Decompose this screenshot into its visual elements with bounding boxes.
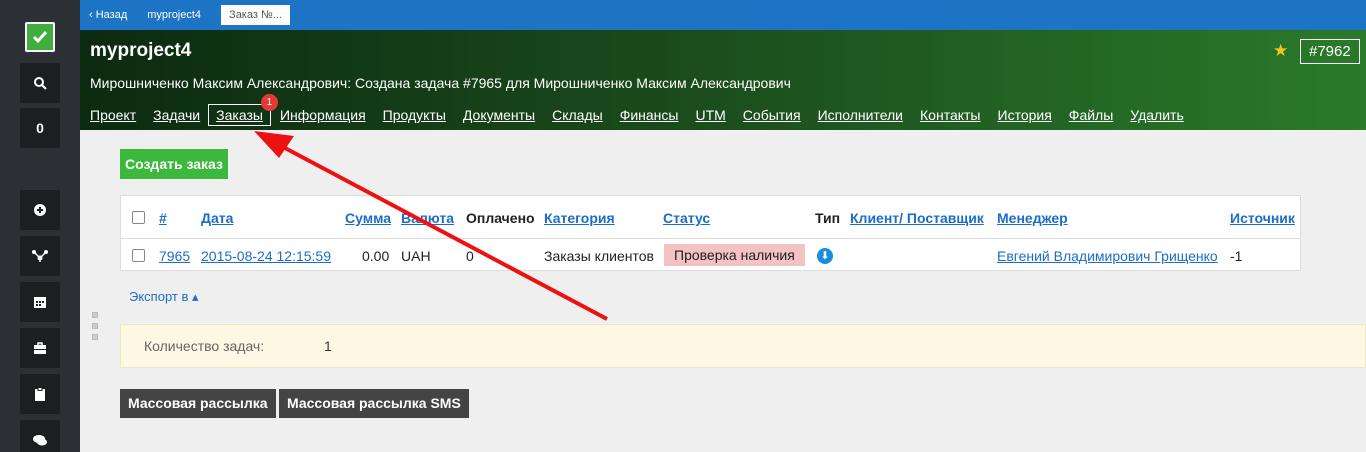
back-link[interactable]: ‹ Назад bbox=[89, 9, 127, 21]
row-currency: UAH bbox=[401, 248, 431, 264]
notification-counter[interactable]: 0 bbox=[20, 108, 60, 148]
tab-documents[interactable]: Документы bbox=[463, 105, 535, 125]
mass-sms-button[interactable]: Массовая рассылка SMS bbox=[279, 389, 469, 418]
calendar-icon[interactable] bbox=[20, 282, 60, 322]
col-client[interactable]: Клиент/ Поставщик bbox=[850, 210, 984, 226]
select-all-checkbox[interactable] bbox=[132, 211, 145, 224]
tab-orders[interactable]: Заказы 1 bbox=[208, 94, 278, 126]
task-count-box: Количество задач: 1 bbox=[120, 324, 1366, 368]
col-paid: Оплачено bbox=[466, 210, 535, 226]
create-order-button[interactable]: Создать заказ bbox=[120, 149, 228, 179]
arrow-down-circle-icon: ⬇ bbox=[817, 248, 833, 264]
tab-events[interactable]: События bbox=[743, 105, 801, 125]
tab-contacts[interactable]: Контакты bbox=[920, 105, 980, 125]
comments-icon[interactable] bbox=[20, 420, 60, 452]
row-source: -1 bbox=[1230, 248, 1243, 264]
breadcrumb-current: Заказ №... bbox=[221, 5, 290, 25]
task-id-badge: #7962 bbox=[1300, 39, 1360, 64]
col-date[interactable]: Дата bbox=[201, 210, 233, 226]
page-subtitle: Мирошниченко Максим Александрович: Созда… bbox=[90, 75, 791, 91]
col-sum[interactable]: Сумма bbox=[345, 210, 391, 226]
handle-dot bbox=[92, 334, 98, 340]
handle-dot bbox=[92, 323, 98, 329]
tab-utm[interactable]: UTM bbox=[695, 105, 725, 125]
export-dropdown[interactable]: Экспорт в ▴ bbox=[129, 289, 199, 305]
mass-mail-button[interactable]: Массовая рассылка bbox=[120, 389, 276, 418]
orders-table: # Дата Сумма Валюта Оплачено Категория С… bbox=[120, 195, 1301, 271]
tab-history[interactable]: История bbox=[998, 105, 1052, 125]
sidebar: 0 bbox=[0, 0, 80, 452]
tab-project[interactable]: Проект bbox=[90, 105, 136, 125]
row-category: Заказы клиентов bbox=[544, 248, 654, 264]
col-category[interactable]: Категория bbox=[544, 210, 615, 226]
col-type: Тип bbox=[815, 210, 841, 226]
plus-icon[interactable] bbox=[20, 190, 60, 230]
page-title: myproject4 bbox=[90, 40, 192, 61]
project-nav: Проект Задачи Заказы 1 Информация Продукт… bbox=[90, 94, 1201, 126]
handle-dot bbox=[92, 312, 98, 318]
row-paid: 0 bbox=[466, 248, 474, 264]
tab-finance[interactable]: Финансы bbox=[620, 105, 679, 125]
tab-warehouses[interactable]: Склады bbox=[552, 105, 603, 125]
row-id-link[interactable]: 7965 bbox=[159, 248, 190, 264]
row-sum: 0.00 bbox=[362, 248, 390, 264]
col-status[interactable]: Статус bbox=[663, 210, 710, 226]
breadcrumb: ‹ Назад myproject4 Заказ №... bbox=[80, 0, 1366, 30]
notification-badge: 1 bbox=[260, 94, 278, 111]
tab-executors[interactable]: Исполнители bbox=[818, 105, 903, 125]
col-manager[interactable]: Менеджер bbox=[997, 210, 1068, 226]
project-header: myproject4 Мирошниченко Максим Александр… bbox=[80, 30, 1366, 130]
tab-orders-label: Заказы bbox=[216, 107, 263, 123]
tab-info[interactable]: Информация bbox=[280, 105, 366, 125]
tab-tasks[interactable]: Задачи bbox=[153, 105, 200, 125]
col-currency[interactable]: Валюта bbox=[401, 210, 454, 226]
col-source[interactable]: Источник bbox=[1230, 210, 1295, 226]
sitemap-icon[interactable] bbox=[20, 236, 60, 276]
row-date-link[interactable]: 2015-08-24 12:15:59 bbox=[201, 248, 331, 264]
tab-files[interactable]: Файлы bbox=[1069, 105, 1113, 125]
task-count-value: 1 bbox=[324, 338, 332, 354]
logo-check-icon[interactable] bbox=[25, 22, 55, 52]
table-divider bbox=[121, 238, 1300, 239]
briefcase-icon[interactable] bbox=[20, 328, 60, 368]
clipboard-icon[interactable] bbox=[20, 374, 60, 414]
task-count-label: Количество задач: bbox=[144, 338, 265, 354]
row-checkbox[interactable] bbox=[132, 249, 145, 262]
tab-delete[interactable]: Удалить bbox=[1130, 105, 1183, 125]
col-id[interactable]: # bbox=[159, 210, 167, 226]
drag-handle[interactable] bbox=[92, 312, 98, 345]
search-icon[interactable] bbox=[20, 63, 60, 103]
breadcrumb-project[interactable]: myproject4 bbox=[147, 9, 201, 21]
annotation-arrow-head bbox=[254, 131, 294, 158]
star-icon[interactable]: ★ bbox=[1273, 41, 1288, 61]
row-manager-link[interactable]: Евгений Владимирович Грищенко bbox=[997, 248, 1218, 264]
status-badge: Проверка наличия bbox=[664, 244, 805, 266]
tab-products[interactable]: Продукты bbox=[383, 105, 446, 125]
